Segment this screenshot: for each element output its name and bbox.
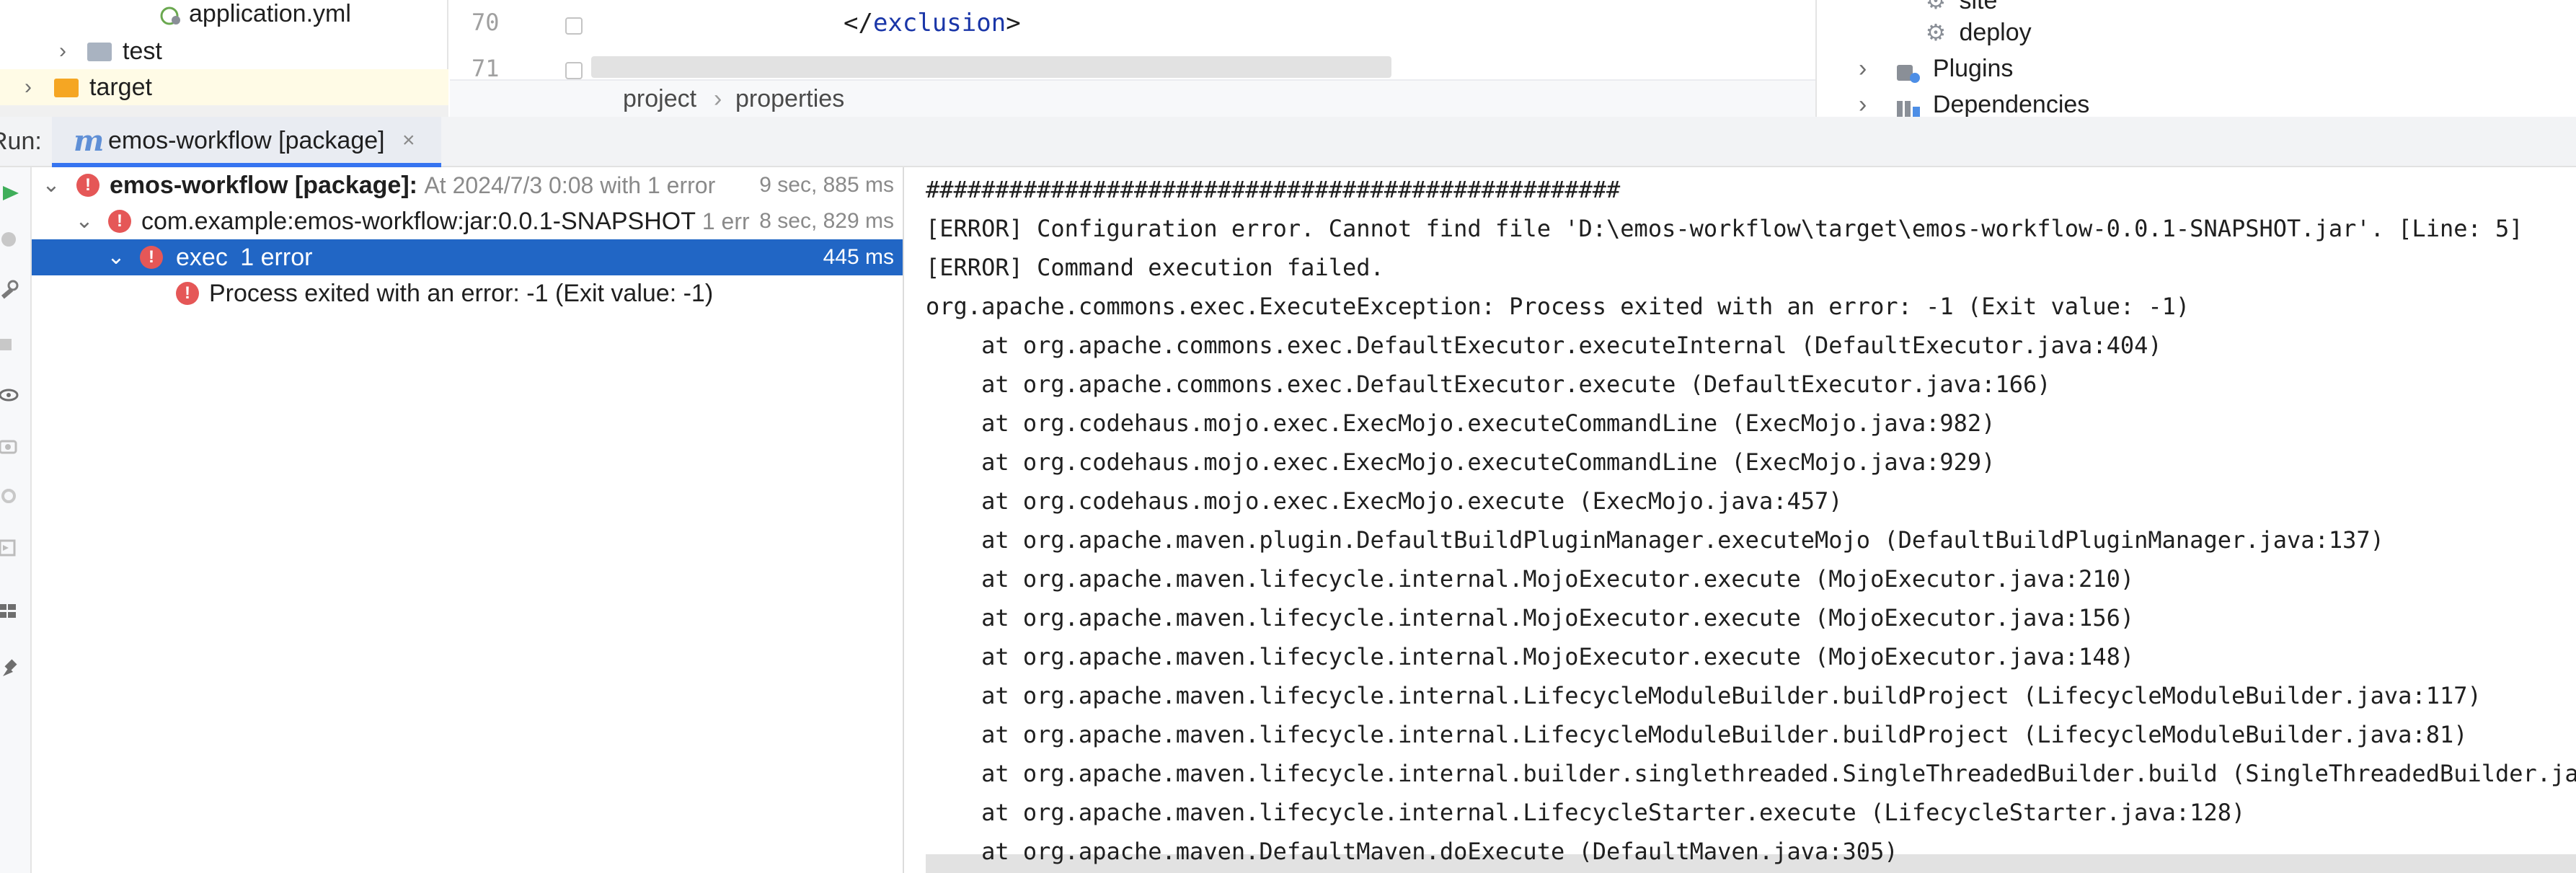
tree-item-application-yml[interactable]: application.yml <box>0 0 448 32</box>
console-line: at org.apache.maven.DefaultMaven.doExecu… <box>926 838 1898 865</box>
editor-gutter: 70 71 <box>450 0 594 82</box>
console-line: at org.apache.commons.exec.DefaultExecut… <box>926 371 2051 398</box>
layout-icon[interactable] <box>0 597 22 626</box>
module-duration: 8 sec, 829 ms <box>759 209 894 233</box>
console-line: at org.apache.maven.lifecycle.internal.M… <box>926 643 2135 670</box>
tree-item-test[interactable]: › test <box>0 33 448 69</box>
error-icon: ! <box>76 174 99 197</box>
run-tool-window: ⌄ ! emos-workflow [package]: At 2024/7/3… <box>0 167 2576 873</box>
console-line: at org.apache.maven.lifecycle.internal.b… <box>926 760 2576 787</box>
chevron-down-icon[interactable]: ⌄ <box>74 203 95 239</box>
chevron-right-icon[interactable]: › <box>17 69 39 105</box>
chevron-right-icon[interactable]: › <box>52 33 74 69</box>
close-icon[interactable]: × <box>402 117 415 164</box>
goal-title: exec <box>176 244 228 271</box>
code-line-70[interactable]: </exclusion> <box>844 9 1021 37</box>
root-duration: 9 sec, 885 ms <box>759 173 894 197</box>
breadcrumb-item-properties[interactable]: properties <box>735 81 844 117</box>
run-tool-window-header: Run: m emos-workflow [package] × <box>0 117 2576 167</box>
tree-item-target[interactable]: › target <box>0 69 448 105</box>
module-title: com.example:emos-workflow:jar:0.0.1-SNAP… <box>141 208 696 235</box>
run-tab-title: emos-workflow [package] <box>108 127 385 154</box>
excluded-folder-icon <box>52 69 81 105</box>
maven-item-dependencies[interactable]: › Dependencies <box>1859 87 2089 117</box>
wrench-icon[interactable] <box>0 275 22 304</box>
editor-horizontal-scrollbar[interactable] <box>591 56 1391 78</box>
console-line: at org.apache.maven.plugin.DefaultBuildP… <box>926 526 2384 554</box>
maven-item-deploy[interactable]: ⚙ deploy <box>1925 14 2032 50</box>
fold-marker-icon[interactable] <box>565 62 583 79</box>
goal-detail: 1 error <box>240 244 313 271</box>
folder-icon <box>85 33 114 69</box>
console-line: [ERROR] Command execution failed. <box>926 254 1384 281</box>
run-toolstrip <box>0 167 32 873</box>
console-line: at org.apache.maven.lifecycle.internal.L… <box>926 799 2246 826</box>
breadcrumb: project › properties <box>450 79 1815 117</box>
gear-icon: ⚙ <box>1925 19 1947 45</box>
tree-node-exec[interactable]: ⌄ ! exec 1 error 445 ms <box>32 239 903 275</box>
fold-marker-icon[interactable] <box>565 17 583 35</box>
dependencies-icon <box>1895 94 1921 117</box>
eye-icon[interactable] <box>0 381 22 409</box>
camera-icon[interactable] <box>0 433 22 461</box>
build-results-tree: ⌄ ! emos-workflow [package]: At 2024/7/3… <box>32 167 904 873</box>
maven-m-icon: m <box>74 124 105 158</box>
tree-node-module[interactable]: ⌄ ! com.example:emos-workflow:jar:0.0.1-… <box>32 203 903 239</box>
spring-config-icon <box>156 0 185 32</box>
plugins-icon <box>1895 58 1921 83</box>
error-icon: ! <box>176 282 199 305</box>
pin-icon[interactable] <box>0 655 22 683</box>
breadcrumb-separator-icon: › <box>714 85 722 112</box>
console-output[interactable]: ########################################… <box>904 167 2576 873</box>
console-line: org.apache.commons.exec.ExecuteException… <box>926 293 2190 320</box>
tree-item-partial <box>0 105 448 117</box>
module-detail: 1 err <box>701 208 750 234</box>
console-line: at org.codehaus.mojo.exec.ExecMojo.execu… <box>926 448 1996 476</box>
tree-item-label: test <box>123 37 162 65</box>
chevron-down-icon[interactable]: ⌄ <box>105 239 127 275</box>
error-icon: ! <box>140 246 163 269</box>
top-strip: application.yml › test › target 70 71 </… <box>0 0 2576 117</box>
console-line: at org.apache.maven.lifecycle.internal.M… <box>926 565 2135 593</box>
console-line: at org.codehaus.mojo.exec.ExecMojo.execu… <box>926 409 1996 437</box>
run-label: Run: <box>0 128 42 155</box>
line-number: 70 <box>472 9 500 36</box>
error-icon: ! <box>108 210 131 233</box>
chevron-right-icon[interactable]: › <box>1859 87 1880 117</box>
rerun-icon[interactable] <box>0 179 22 208</box>
root-detail: At 2024/7/3 0:08 with 1 error <box>424 172 716 198</box>
console-line: at org.apache.commons.exec.DefaultExecut… <box>926 332 2162 359</box>
tree-item-label: target <box>89 74 152 101</box>
debug-icon[interactable] <box>0 225 22 254</box>
console-line: at org.apache.maven.lifecycle.internal.M… <box>926 604 2135 632</box>
error-message: Process exited with an error: -1 (Exit v… <box>209 280 714 307</box>
run-tab-emos-workflow[interactable]: m emos-workflow [package] × <box>52 117 441 167</box>
goal-duration: 445 ms <box>823 245 894 269</box>
tree-item-label: application.yml <box>189 0 351 27</box>
line-number: 71 <box>472 55 500 82</box>
maven-panel: ⚙ site ⚙ deploy › Plugins › Dependencies <box>1815 0 2576 117</box>
chevron-down-icon[interactable]: ⌄ <box>40 167 62 203</box>
maven-item-plugins[interactable]: › Plugins <box>1859 50 2013 87</box>
login-icon[interactable] <box>0 533 22 562</box>
console-line: at org.apache.maven.lifecycle.internal.L… <box>926 682 2482 709</box>
root-title: emos-workflow [package]: <box>110 172 417 199</box>
breadcrumb-item-project[interactable]: project <box>623 81 696 117</box>
console-line: ########################################… <box>926 176 1621 203</box>
console-line: at org.apache.maven.lifecycle.internal.L… <box>926 721 2468 748</box>
console-line: at org.codehaus.mojo.exec.ExecMojo.execu… <box>926 487 1843 515</box>
console-line: [ERROR] Configuration error. Cannot find… <box>926 215 2523 242</box>
settings-icon[interactable] <box>0 482 22 510</box>
tree-node-root[interactable]: ⌄ ! emos-workflow [package]: At 2024/7/3… <box>32 167 903 203</box>
code-editor[interactable]: 70 71 </exclusion> </exclusions> project… <box>450 0 1815 117</box>
project-tree-panel: application.yml › test › target <box>0 0 448 117</box>
chevron-right-icon[interactable]: › <box>1859 50 1880 87</box>
tree-node-error[interactable]: ! Process exited with an error: -1 (Exit… <box>32 275 903 311</box>
stop-icon[interactable] <box>0 330 22 359</box>
